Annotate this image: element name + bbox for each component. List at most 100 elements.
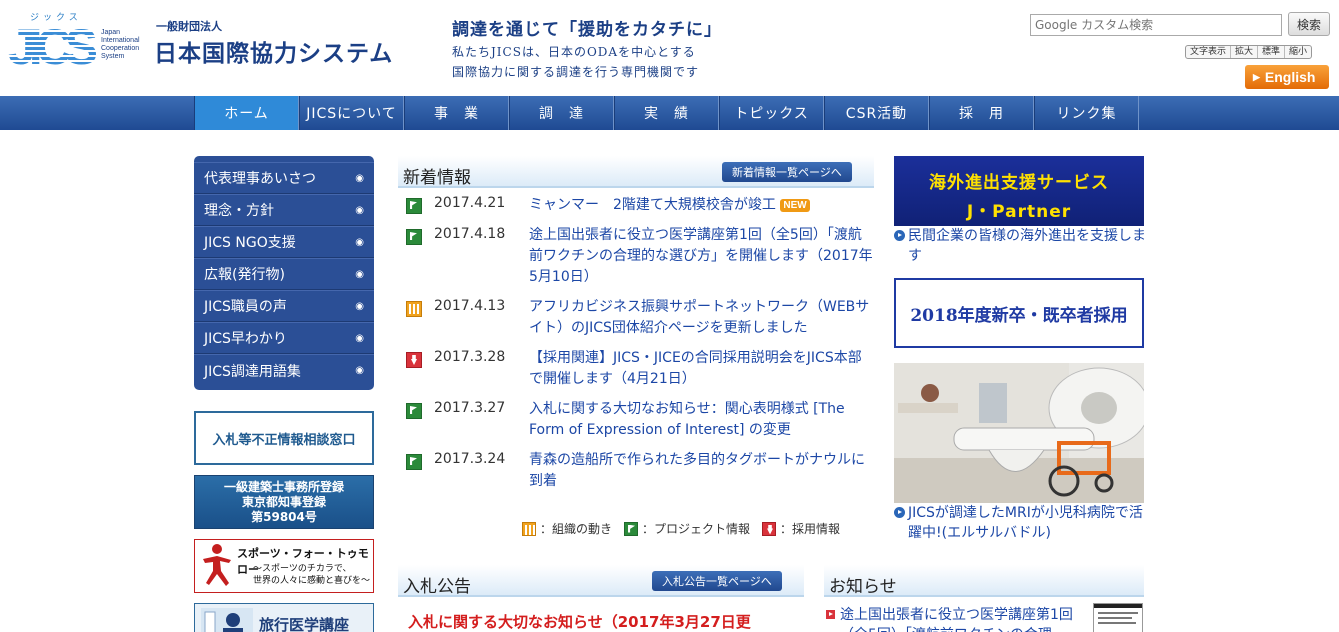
news-list-button[interactable]: 新着情報一覧ページへ (722, 162, 852, 182)
text-size-normal[interactable]: 標準 (1257, 46, 1284, 58)
news-item: 2017.4.13 アフリカビジネス振興サポートネットワーク（WEBサイト）のJ… (398, 297, 874, 339)
jpartner-link[interactable]: 民間企業の皆様の海外進出を支援します (894, 226, 1146, 266)
sidebar-item-greeting[interactable]: 代表理事あいさつ ◉ (194, 162, 374, 194)
org-prefix: 一般財団法人 (156, 20, 222, 33)
building-icon (522, 521, 536, 536)
news-link[interactable]: 途上国出張者に役立つ医学講座第1回（全5回）「渡航前ワクチンの合理的な選び方」を… (529, 225, 874, 288)
mri-photo[interactable] (894, 363, 1144, 503)
nav-csr[interactable]: CSR活動 (824, 96, 929, 130)
logo-en: Japan International Cooperation System (101, 29, 140, 60)
bid-section: 入札公告 入札公告一覧ページへ 入札に関する大切なお知らせ（2017年3月27日… (398, 565, 804, 632)
sidebar-item-staff-voice[interactable]: JICS職員の声 ◉ (194, 290, 374, 322)
sidebar-item-philosophy[interactable]: 理念・方針 ◉ (194, 194, 374, 226)
logo-mark: JICS (8, 22, 98, 66)
recruit-icon (406, 352, 422, 368)
logo-letters: JICS (8, 22, 98, 66)
bid-alert-link[interactable]: 入札に関する大切なお知らせ（2017年3月27日更 (398, 611, 804, 632)
sidebar-item-ngo[interactable]: JICS NGO支援 ◉ (194, 226, 374, 258)
news-date: 2017.4.13 (434, 298, 506, 314)
bid-header: 入札公告 入札公告一覧ページへ (398, 565, 804, 597)
tagline-main: 調達を通じて「援助をカタチに」 (452, 20, 722, 40)
side-menu: 代表理事あいさつ ◉ 理念・方針 ◉ JICS NGO支援 ◉ 広報(発行物) ◉ JI… (194, 156, 374, 390)
circle-arrow-icon: ◉ (355, 332, 364, 344)
nav-about[interactable]: JICSについて (299, 96, 404, 130)
search-button[interactable]: 検索 (1288, 12, 1330, 36)
project-flag-icon (406, 454, 422, 470)
news-item: 2017.4.18 途上国出張者に役立つ医学講座第1回（全5回）「渡航前ワクチン… (398, 225, 874, 288)
fraud-report-banner[interactable]: 入札等不正情報相談窓口 (194, 411, 374, 465)
mri-photo-link[interactable]: JICSが調達したMRIが小児科病院で活躍中!(エルサルバドル) (894, 503, 1146, 543)
circle-arrow-icon (894, 230, 905, 241)
project-flag-icon (406, 198, 422, 214)
project-flag-icon (406, 229, 422, 245)
news-date: 2017.3.27 (434, 400, 506, 416)
sidebar-item-publications[interactable]: 広報(発行物) ◉ (194, 258, 374, 290)
arrow-square-icon (826, 610, 835, 619)
jpartner-banner[interactable]: 海外進出支援サービス J・Partner (894, 156, 1144, 226)
circle-arrow-icon: ◉ (355, 236, 364, 248)
news-link[interactable]: 青森の造船所で作られた多目的タグボートがナウルに到着 (529, 450, 874, 492)
news-item: 2017.3.24 青森の造船所で作られた多目的タグボートがナウルに到着 (398, 450, 874, 492)
news-item: 2017.3.27 入札に関する大切なお知らせ：関心表明様式 [The Form… (398, 399, 874, 441)
news-section: 新着情報 新着情報一覧ページへ 2017.4.21 ミャンマー 2階建て大規模校… (398, 156, 874, 536)
nav-links[interactable]: リンク集 (1034, 96, 1139, 130)
notice-link[interactable]: 途上国出張者に役立つ医学講座第1回（全5回）「渡航前ワクチンの合理 (824, 605, 1088, 632)
notice-header: お知らせ (824, 565, 1144, 597)
sidebar-item-overview[interactable]: JICS早わかり ◉ (194, 322, 374, 354)
sport-for-tomorrow-banner[interactable]: スポーツ・フォー・トゥモロー 〜スポーツのチカラで、 世界の人々に感動と喜びを〜 (194, 539, 374, 593)
news-title: 新着情報 (403, 168, 471, 188)
new-badge: NEW (780, 199, 810, 212)
travel-medicine-banner[interactable]: 旅行医学講座 (194, 603, 374, 632)
news-date: 2017.4.21 (434, 195, 506, 211)
text-size-large[interactable]: 拡大 (1230, 46, 1257, 58)
news-list: 2017.4.21 ミャンマー 2階建て大規模校舎が竣工 NEW 2017.4.… (398, 194, 874, 492)
runner-icon (203, 544, 231, 586)
tagline-sub-1: 私たちJICSは、日本のODAを中心とする (452, 45, 696, 59)
project-flag-icon (624, 521, 639, 536)
news-item: 2017.3.28 【採用関連】JICS・JICEの合同採用説明会をJICS本部… (398, 348, 874, 390)
nav-results[interactable]: 実 績 (614, 96, 719, 130)
tagline-sub-2: 国際協力に関する調達を行う専門機関です (452, 65, 700, 79)
play-arrow-icon: ▶ (1253, 71, 1260, 82)
circle-arrow-icon (894, 507, 905, 518)
org-name: 日本国際協力システム (154, 41, 394, 67)
search-input[interactable] (1030, 14, 1282, 36)
nav-topics[interactable]: トピックス (719, 96, 824, 130)
nav-procurement[interactable]: 調 達 (509, 96, 614, 130)
site-header: ジックス JICS Japan International Cooperatio… (0, 0, 1339, 96)
global-nav: ホーム JICSについて 事 業 調 達 実 績 トピックス CSR活動 採 用… (0, 96, 1339, 130)
news-link[interactable]: ミャンマー 2階建て大規模校舎が竣工 NEW (529, 197, 810, 213)
news-date: 2017.3.24 (434, 451, 506, 467)
tagline: 調達を通じて「援助をカタチに」 私たちJICSは、日本のODAを中心とする 国際… (452, 15, 722, 80)
circle-arrow-icon: ◉ (355, 172, 364, 184)
text-size-label: 文字表示 (1190, 47, 1227, 57)
news-link[interactable]: 入札に関する大切なお知らせ：関心表明様式 [The Form of Expres… (529, 399, 874, 441)
text-size-control: 文字表示 拡大 標準 縮小 (1185, 45, 1313, 59)
recruit-icon (762, 521, 777, 536)
bid-title: 入札公告 (403, 577, 471, 597)
notice-thumbnail[interactable] (1093, 603, 1143, 632)
text-size-small[interactable]: 縮小 (1284, 46, 1311, 58)
bid-list-button[interactable]: 入札公告一覧ページへ (652, 571, 782, 591)
notice-section: お知らせ 途上国出張者に役立つ医学講座第1回（全5回）「渡航前ワクチンの合理 (824, 565, 1144, 632)
english-button[interactable]: ▶ English (1245, 65, 1329, 89)
notice-title: お知らせ (829, 577, 897, 597)
circle-arrow-icon: ◉ (355, 300, 364, 312)
circle-arrow-icon: ◉ (355, 365, 364, 376)
news-link[interactable]: 【採用関連】JICS・JICEの合同採用説明会をJICS本部で開催します（4月2… (529, 348, 874, 390)
project-flag-icon (406, 403, 422, 419)
news-item: 2017.4.21 ミャンマー 2階建て大規模校舎が竣工 NEW (398, 194, 874, 216)
recruit-2018-banner[interactable]: 2018年度新卒・既卒者採用 (894, 278, 1144, 348)
doctor-icon (201, 608, 253, 632)
jics-logo[interactable]: ジックス JICS Japan International Cooperatio… (8, 12, 148, 68)
news-date: 2017.3.28 (434, 349, 506, 365)
nav-business[interactable]: 事 業 (404, 96, 509, 130)
nav-home[interactable]: ホーム (194, 96, 299, 130)
news-legend: ：組織の動き ：プロジェクト情報 ：採用情報 (522, 520, 852, 537)
sidebar-item-glossary[interactable]: JICS調達用語集 ◉ (194, 354, 374, 386)
nav-recruit[interactable]: 採 用 (929, 96, 1034, 130)
architect-registration-banner[interactable]: 一級建築士事務所登録 東京都知事登録 第59804号 (194, 475, 374, 529)
news-header: 新着情報 新着情報一覧ページへ (398, 156, 874, 188)
news-link[interactable]: アフリカビジネス振興サポートネットワーク（WEBサイト）のJICS団体紹介ページ… (529, 297, 874, 339)
circle-arrow-icon: ◉ (355, 268, 364, 280)
